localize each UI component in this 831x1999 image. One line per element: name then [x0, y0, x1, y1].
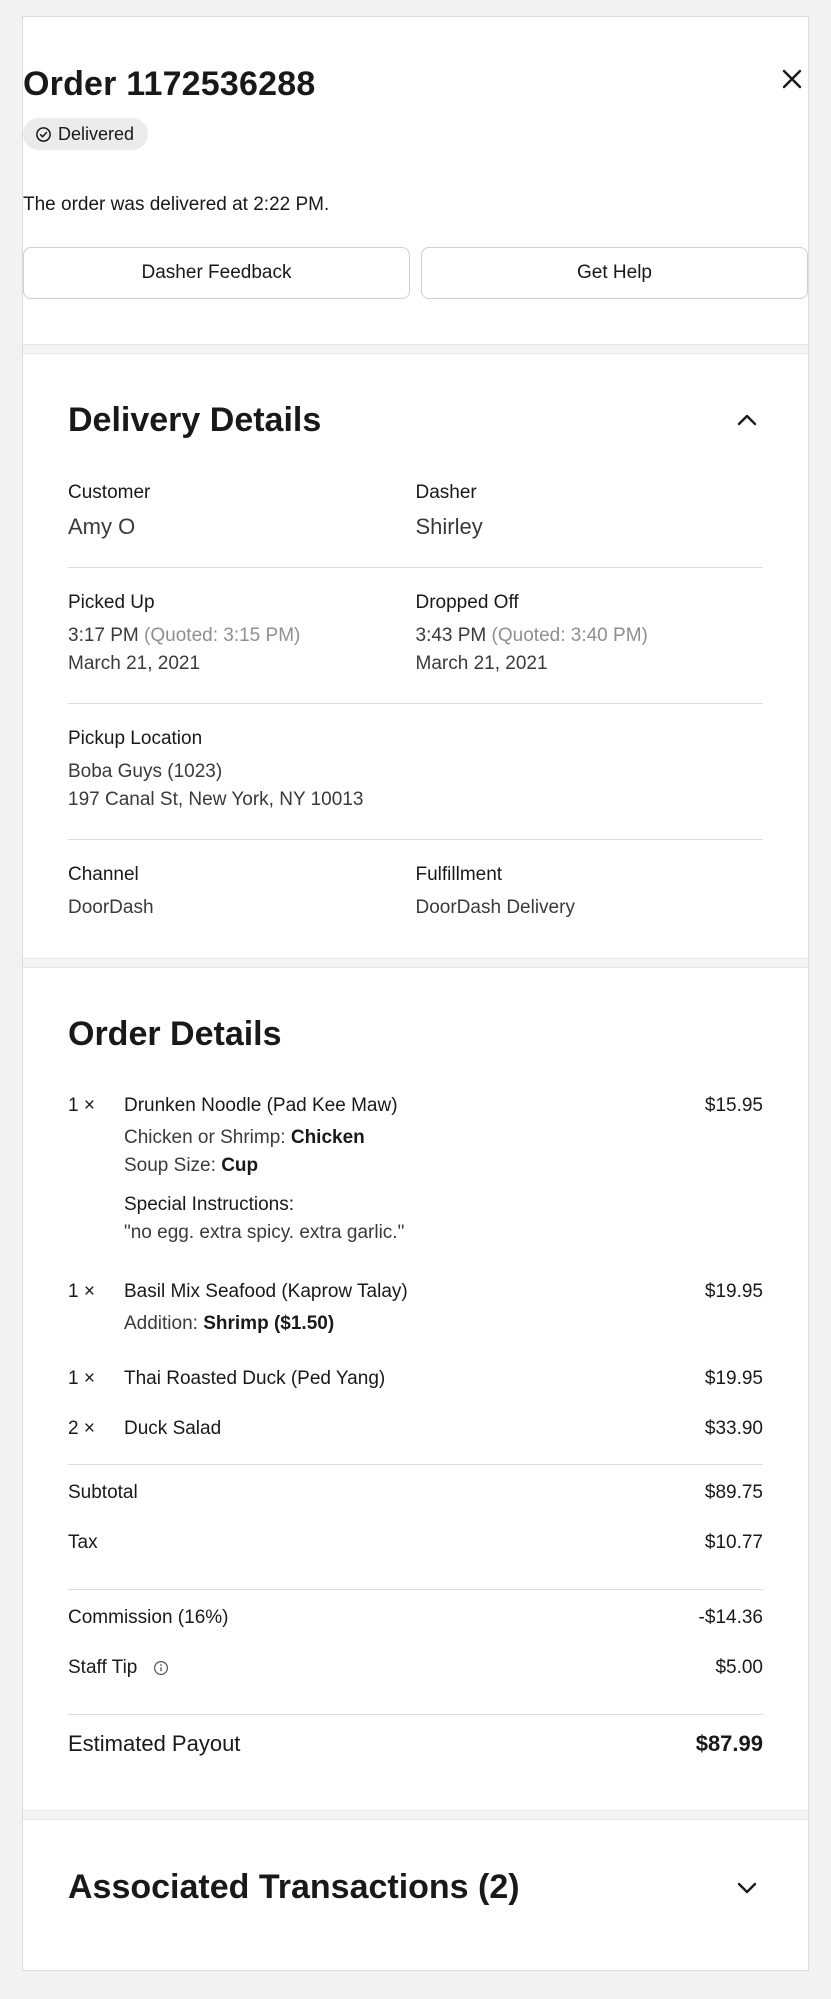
item-quantity: 1 × [68, 1281, 95, 1302]
item-option: Addition: Shrimp ($1.50) [124, 1310, 763, 1338]
item-name: Drunken Noodle (Pad Kee Maw) [124, 1095, 398, 1116]
order-item: 1 × Basil Mix Seafood (Kaprow Talay) $19… [68, 1281, 763, 1303]
item-quantity: 2 × [68, 1418, 95, 1439]
option-label: Soup Size: [124, 1155, 216, 1176]
item-option: Soup Size: Cup [124, 1152, 763, 1180]
divider [68, 1714, 763, 1715]
item-name: Duck Salad [124, 1418, 222, 1439]
dasher-label: Dasher [415, 482, 477, 503]
customer-label: Customer [68, 482, 151, 503]
pickup-address: 197 Canal St, New York, NY 10013 [68, 789, 364, 810]
channel-label: Channel [68, 864, 139, 885]
estimated-payout-value: $87.99 [695, 1731, 763, 1756]
picked-up-time-value: 3:17 PM [68, 625, 139, 646]
option-value: Shrimp ($1.50) [203, 1313, 335, 1334]
divider [68, 839, 763, 840]
dropped-off-time-value: 3:43 PM [415, 625, 487, 646]
pickup-store-name: Boba Guys (1023) [68, 761, 223, 782]
fulfillment-label: Fulfillment [415, 864, 503, 885]
customer-name: Amy O [68, 514, 136, 539]
picked-up-quoted: (Quoted: 3:15 PM) [144, 625, 301, 646]
channel-value: DoorDash [68, 897, 154, 918]
dropped-off-label: Dropped Off [415, 592, 519, 613]
channel-fulfillment-row: Channel DoorDash Fulfillment DoorDash De… [68, 864, 763, 922]
subtotal-label: Subtotal [68, 1482, 138, 1503]
close-icon[interactable] [776, 63, 808, 95]
commission-value: -$14.36 [698, 1607, 763, 1628]
section-divider [23, 1810, 808, 1820]
item-name: Thai Roasted Duck (Ped Yang) [124, 1368, 386, 1389]
section-divider [23, 344, 808, 354]
associated-transactions-title: Associated Transactions (2) [68, 1868, 520, 1906]
commission-row: Commission (16%) -$14.36 [68, 1607, 763, 1629]
item-quantity: 1 × [68, 1095, 95, 1116]
subtotal-value: $89.75 [704, 1482, 763, 1503]
commission-label: Commission (16%) [68, 1607, 229, 1628]
divider [68, 1589, 763, 1590]
pickup-location: Pickup Location Boba Guys (1023) 197 Can… [68, 728, 763, 814]
staff-tip-value: $5.00 [715, 1657, 763, 1678]
delivery-status-text: The order was delivered at 2:22 PM. [23, 194, 330, 215]
get-help-button[interactable]: Get Help [421, 247, 808, 299]
estimated-payout-row: Estimated Payout $87.99 [68, 1731, 763, 1757]
check-circle-icon [36, 126, 51, 142]
item-option: Chicken or Shrimp: Chicken [124, 1124, 763, 1152]
status-badge-label: Delivered [58, 123, 135, 144]
item-price: $19.95 [704, 1368, 763, 1389]
tax-label: Tax [68, 1532, 98, 1553]
staff-tip-label-wrap: Staff Tip [68, 1657, 169, 1679]
order-title: Order 1172536288 [23, 65, 316, 103]
divider [68, 1464, 763, 1465]
item-price: $33.90 [704, 1418, 763, 1439]
tax-row: Tax $10.77 [68, 1532, 763, 1554]
order-item: 1 × Thai Roasted Duck (Ped Yang) $19.95 [68, 1368, 763, 1390]
associated-transactions-section[interactable]: Associated Transactions (2) [23, 1820, 808, 1960]
staff-tip-label: Staff Tip [68, 1657, 138, 1678]
item-price: $19.95 [704, 1281, 763, 1302]
special-instructions: "no egg. extra spicy. extra garlic." [124, 1222, 405, 1243]
dropped-off-quoted: (Quoted: 3:40 PM) [491, 625, 648, 646]
status-badge: Delivered [23, 118, 149, 150]
order-item: 1 × Drunken Noodle (Pad Kee Maw) $15.95 [68, 1095, 763, 1117]
item-quantity: 1 × [68, 1368, 95, 1389]
delivery-details-title: Delivery Details [68, 401, 322, 439]
delivery-details-section: Delivery Details Customer Amy O Dasher S… [23, 354, 808, 958]
estimated-payout-label: Estimated Payout [68, 1731, 241, 1756]
dasher-name: Shirley [415, 514, 483, 539]
item-options: Addition: Shrimp ($1.50) [68, 1310, 763, 1338]
chevron-down-icon[interactable] [731, 1872, 763, 1904]
pickup-dropoff-row: Picked Up 3:17 PM (Quoted: 3:15 PM) Marc… [68, 592, 763, 678]
subtotal-row: Subtotal $89.75 [68, 1482, 763, 1504]
order-item: 2 × Duck Salad $33.90 [68, 1418, 763, 1440]
customer-dasher-row: Customer Amy O Dasher Shirley [68, 482, 763, 540]
picked-up-label: Picked Up [68, 592, 155, 613]
dropped-off-date: March 21, 2021 [415, 653, 548, 674]
option-value: Chicken [290, 1127, 365, 1148]
section-divider [23, 958, 808, 968]
info-icon[interactable] [153, 1660, 169, 1676]
dasher-feedback-button[interactable]: Dasher Feedback [23, 247, 410, 299]
picked-up-time: 3:17 PM (Quoted: 3:15 PM) [68, 622, 416, 650]
order-header: Order 1172536288 Delivered The order was… [23, 17, 808, 344]
header-actions: Dasher Feedback Get Help [23, 247, 808, 299]
tax-value: $10.77 [704, 1532, 763, 1553]
chevron-up-icon[interactable] [731, 404, 763, 436]
item-price: $15.95 [704, 1095, 763, 1116]
picked-up-date: March 21, 2021 [68, 653, 201, 674]
pickup-location-label: Pickup Location [68, 728, 203, 749]
order-detail-panel: Order 1172536288 Delivered The order was… [22, 16, 809, 1971]
option-label: Addition: [124, 1313, 198, 1334]
order-details-section: Order Details 1 × Drunken Noodle (Pad Ke… [23, 968, 808, 1810]
item-name: Basil Mix Seafood (Kaprow Talay) [124, 1281, 408, 1302]
fulfillment-value: DoorDash Delivery [415, 897, 575, 918]
divider [68, 567, 763, 568]
option-label: Chicken or Shrimp: [124, 1127, 286, 1148]
dropped-off-time: 3:43 PM (Quoted: 3:40 PM) [416, 622, 764, 650]
divider [68, 703, 763, 704]
order-details-title: Order Details [68, 1015, 282, 1053]
item-options: Chicken or Shrimp: Chicken Soup Size: Cu… [68, 1124, 763, 1247]
special-instructions-label: Special Instructions: [124, 1194, 295, 1215]
option-value: Cup [221, 1155, 259, 1176]
staff-tip-row: Staff Tip $5.00 [68, 1657, 763, 1679]
